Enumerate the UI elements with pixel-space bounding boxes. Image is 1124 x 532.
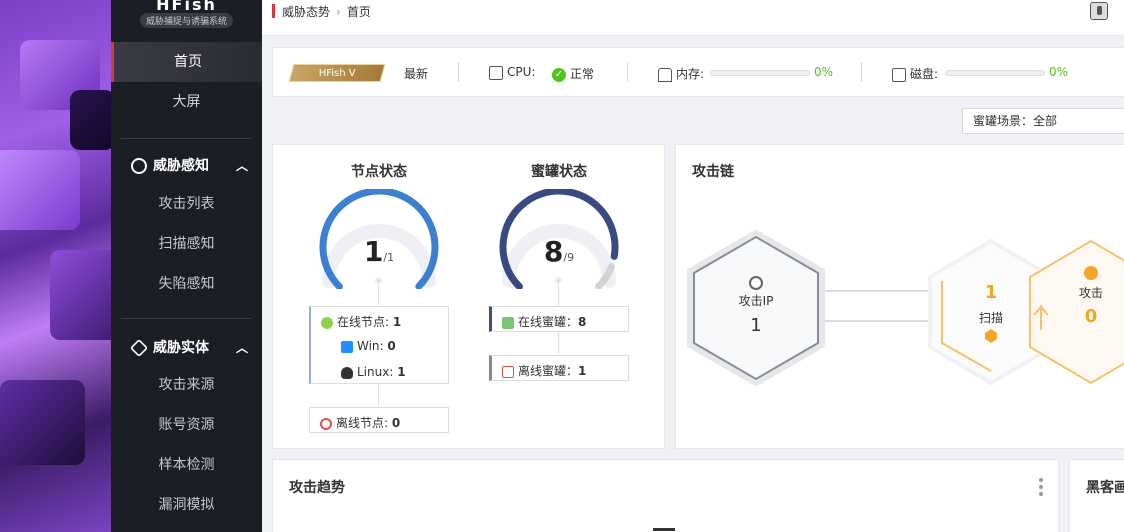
breadcrumb-separator-icon: › <box>336 5 341 19</box>
connector-dot <box>375 277 382 284</box>
memory-bar <box>710 70 810 76</box>
sidebar-item-compromise-perception[interactable]: 失陷感知 <box>111 264 262 304</box>
linux-nodes: Linux: 1 <box>341 365 406 379</box>
sidebar-item-home[interactable]: 首页 <box>111 42 262 82</box>
version-badge: HFish V <box>288 64 386 82</box>
sidebar-item-sample-detection[interactable]: 样本检测 <box>111 445 262 485</box>
background-cube <box>0 150 80 230</box>
attack-value: 0 <box>1084 306 1098 327</box>
breadcrumb-current: 首页 <box>346 5 371 19</box>
system-status-bar: HFish V 最新 CPU: ✓ 正常 内存: 0% 磁盘: 0% <box>272 47 1124 97</box>
honeypot-total: /9 <box>563 251 575 264</box>
attack-trend-title: 攻击趋势 <box>289 480 345 496</box>
cpu-icon <box>489 65 503 80</box>
offline-honeypot-icon <box>502 365 514 378</box>
sidebar-item-account-resources[interactable]: 账号资源 <box>111 405 262 445</box>
more-options-icon[interactable] <box>1039 478 1043 499</box>
node-status-title: 节点状态 <box>351 164 407 180</box>
honeypot-gauge-value: 8/9 <box>509 235 609 268</box>
offline-node-icon <box>320 417 332 430</box>
node-gauge-value: 1/1 <box>329 235 429 268</box>
sidebar-item-scan-perception[interactable]: 扫描感知 <box>111 224 262 264</box>
version-state: 最新 <box>404 67 429 81</box>
offline-honeypots-box: 离线蜜罐：1 <box>489 355 629 381</box>
offline-nodes-box: 离线节点: 0 <box>309 407 449 433</box>
connector-line <box>378 384 379 406</box>
linux-icon <box>341 366 353 379</box>
sidebar-item-attack-list[interactable]: 攻击列表 <box>111 184 262 224</box>
online-honeypots: 在线蜜罐：8 <box>502 313 586 330</box>
cube-icon <box>129 338 149 358</box>
brand-logo: HFish 威胁捕捉与诱骗系统 <box>111 0 262 30</box>
user-icon[interactable] <box>1090 2 1108 20</box>
chevron-up-icon: ︿ <box>235 159 248 173</box>
disk-bar <box>945 70 1045 76</box>
disk-icon <box>892 67 906 82</box>
top-bar: 威胁态势 › 首页 <box>262 0 1124 36</box>
connector-line <box>558 285 559 305</box>
memory-status: 内存: <box>658 65 704 82</box>
hacker-profile-card: 黑客画 <box>1069 459 1124 532</box>
sidebar: HFish 威胁捕捉与诱骗系统 首页 大屏 威胁感知 ︿ 攻击列表 扫描感知 失… <box>111 0 262 532</box>
status-card: 节点状态 1/1 在线节点: 1 Win: 0 Linux: 1 离线节点: 0… <box>272 144 665 449</box>
brand-subtitle: 威胁捕捉与诱骗系统 <box>139 13 233 28</box>
node-count: 1 <box>363 235 384 268</box>
cpu-state: ✓ 正常 <box>552 65 594 82</box>
background-cube <box>0 380 85 465</box>
node-total: /1 <box>383 251 395 264</box>
attack-chain-card: 攻击链 攻击IP 1 1 扫描 攻击 0 <box>675 144 1124 449</box>
breadcrumb-parent[interactable]: 威胁态势 <box>282 5 330 19</box>
breadcrumb: 威胁态势 › 首页 <box>282 3 371 20</box>
radar-icon <box>131 158 147 174</box>
attack-icon <box>1084 266 1098 280</box>
trend-chart-mark <box>653 528 675 531</box>
background-cube <box>50 250 111 340</box>
check-circle-icon: ✓ <box>552 67 566 82</box>
background-cube <box>70 90 111 150</box>
offline-nodes: 离线节点: 0 <box>320 414 400 431</box>
sidebar-item-vuln-simulation[interactable]: 漏洞模拟 <box>111 485 262 525</box>
win-nodes: Win: 0 <box>341 339 396 353</box>
memory-icon <box>658 67 672 82</box>
honeypot-scene-select[interactable]: 蜜罐场景：全部 <box>962 108 1124 134</box>
connector-line <box>558 332 559 354</box>
sidebar-divider <box>121 318 251 319</box>
offline-honeypots: 离线蜜罐：1 <box>502 362 586 379</box>
desktop-background <box>0 0 111 532</box>
cpu-status: CPU: <box>489 65 535 80</box>
sidebar-divider <box>121 138 251 139</box>
hacker-profile-title: 黑客画 <box>1086 480 1124 496</box>
online-node-icon <box>321 316 333 329</box>
scan-label: 扫描 <box>978 311 1003 325</box>
online-honeypot-icon <box>502 316 514 329</box>
brand-name: HFish <box>156 0 217 14</box>
attack-trend-card: 攻击趋势 <box>272 459 1059 532</box>
memory-percent: 0% <box>814 65 834 79</box>
scan-value: 1 <box>984 282 998 303</box>
sidebar-group-threat-entity[interactable]: 威胁实体 ︿ <box>111 328 262 368</box>
online-honeypots-box: 在线蜜罐：8 <box>489 306 629 332</box>
attack-label: 攻击 <box>1078 286 1103 300</box>
online-nodes: 在线节点: 1 <box>321 313 401 330</box>
sidebar-group-threat-perception[interactable]: 威胁感知 ︿ <box>111 146 262 186</box>
breadcrumb-marker <box>272 4 275 18</box>
connector-line <box>378 285 379 305</box>
divider <box>458 62 459 82</box>
disk-percent: 0% <box>1049 65 1069 79</box>
ip-label: 攻击IP <box>738 294 774 308</box>
honeypot-status-title: 蜜罐状态 <box>531 164 587 180</box>
divider <box>627 62 628 82</box>
windows-icon <box>341 340 353 353</box>
disk-status: 磁盘: <box>892 65 938 82</box>
online-nodes-box: 在线节点: 1 Win: 0 Linux: 1 <box>309 306 449 384</box>
sidebar-group-label: 威胁感知 <box>153 158 209 174</box>
divider <box>861 62 862 82</box>
chevron-up-icon: ︿ <box>235 341 248 355</box>
connector-dot <box>555 277 562 284</box>
honeypot-count: 8 <box>543 235 564 268</box>
ip-value: 1 <box>750 315 762 336</box>
sidebar-item-attack-source[interactable]: 攻击来源 <box>111 365 262 405</box>
sidebar-group-label: 威胁实体 <box>153 340 209 356</box>
sidebar-item-bigscreen[interactable]: 大屏 <box>111 82 262 122</box>
